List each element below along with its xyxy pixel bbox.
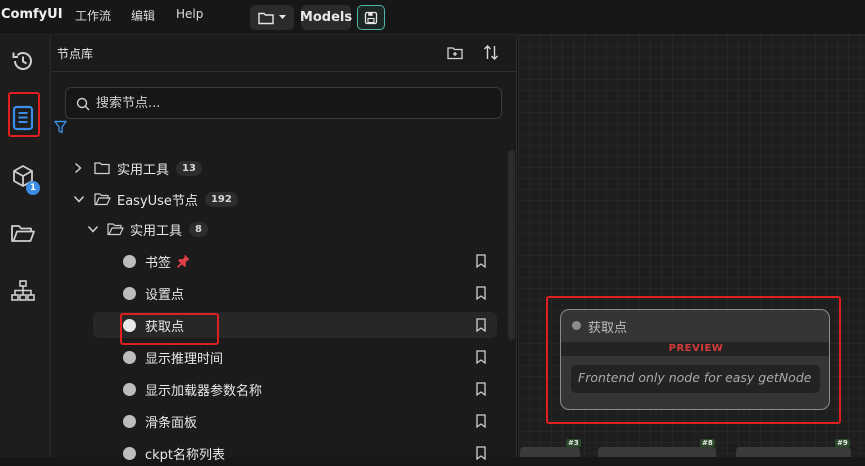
folder-label: EasyUse节点 <box>117 193 198 209</box>
sort-icon[interactable] <box>483 44 499 61</box>
node-item-set-point[interactable]: 设置点 <box>93 280 497 306</box>
canvas-node[interactable] <box>520 447 580 457</box>
panel-header: 节点库 <box>51 35 517 72</box>
node-library-button[interactable] <box>9 104 37 132</box>
bookmark-icon[interactable] <box>475 318 487 332</box>
get-point-highlight <box>120 313 219 345</box>
node-library-panel: 节点库 实用工具 13 EasyUse节点 192 实用工具 8 书签 设置点 <box>51 35 517 463</box>
folder-label: 实用工具 <box>130 223 183 239</box>
caret-down-icon <box>278 15 286 19</box>
node-item-show-loader-params[interactable]: 显示加载器参数名称 <box>93 376 497 402</box>
folder-open-icon <box>11 225 35 242</box>
panel-scrollbar[interactable] <box>508 150 515 340</box>
workflows-button[interactable] <box>9 219 37 247</box>
book-icon <box>12 105 34 131</box>
node-label: 滑条面板 <box>145 415 198 431</box>
folder-utilities[interactable]: 实用工具 13 <box>73 155 202 181</box>
folder-easyuse-utilities[interactable]: 实用工具 8 <box>87 216 208 242</box>
bookmark-icon[interactable] <box>475 286 487 300</box>
new-folder-icon[interactable] <box>447 46 463 60</box>
node-preview-card: 获取点 PREVIEW Frontend only node for easy … <box>560 309 830 410</box>
node-label: 设置点 <box>145 287 185 303</box>
templates-button[interactable] <box>9 277 37 305</box>
preview-description: Frontend only node for easy getNode <box>571 365 820 393</box>
folder-easyuse[interactable]: EasyUse节点 192 <box>73 186 238 212</box>
node-label: ckpt名称列表 <box>145 447 226 463</box>
node-label: 显示加载器参数名称 <box>145 383 263 399</box>
save-icon <box>364 11 378 24</box>
node-item-show-inference-time[interactable]: 显示推理时间 <box>93 344 497 370</box>
node-id-tag: #3 <box>566 439 581 447</box>
filter-icon[interactable] <box>54 120 67 134</box>
folder-icon <box>257 12 274 24</box>
app-brand[interactable]: ComfyUI <box>1 7 63 22</box>
node-item-bookmark[interactable]: 书签 <box>93 248 497 274</box>
search-box <box>65 87 502 119</box>
preview-label: PREVIEW <box>668 343 724 354</box>
chevron-right-icon <box>74 162 82 174</box>
node-status-dot <box>572 321 581 330</box>
folder-count-badge: 192 <box>204 191 238 207</box>
menu-edit[interactable]: 编辑 <box>131 7 155 24</box>
chevron-down-icon <box>87 225 99 233</box>
history-icon <box>12 52 32 70</box>
node-id-tag: #9 <box>835 439 850 447</box>
sitemap-icon <box>11 280 35 301</box>
search-icon <box>76 97 90 111</box>
workflows-count-badge: 1 <box>26 181 40 195</box>
node-dot <box>123 286 136 300</box>
workflow-folder-dropdown[interactable] <box>250 5 294 30</box>
node-label: 显示推理时间 <box>145 351 224 367</box>
panel-title: 节点库 <box>57 47 94 61</box>
preview-node-title: 获取点 <box>588 321 628 336</box>
canvas-node[interactable] <box>598 447 716 457</box>
queue-history-button[interactable] <box>9 47 37 75</box>
node-dot <box>123 254 136 268</box>
node-dot <box>123 414 136 428</box>
node-dot <box>123 350 136 364</box>
folder-label: 实用工具 <box>117 162 170 178</box>
menu-workflow[interactable]: 工作流 <box>75 7 111 24</box>
top-bar: ComfyUI 工作流 编辑 Help Models <box>0 0 865 35</box>
menu-help[interactable]: Help <box>176 7 203 21</box>
save-button[interactable] <box>357 5 385 30</box>
node-item-slider-panel[interactable]: 滑条面板 <box>93 408 497 434</box>
bookmark-icon[interactable] <box>475 350 487 364</box>
node-dot <box>123 446 136 460</box>
node-dot <box>123 382 136 396</box>
folder-open-icon <box>94 193 111 206</box>
folder-count-badge: 13 <box>176 160 202 176</box>
pushpin-icon <box>177 254 190 268</box>
node-label: 书签 <box>145 255 172 271</box>
node-item-ckpt-names[interactable]: ckpt名称列表 <box>93 440 497 466</box>
bookmark-icon[interactable] <box>475 382 487 396</box>
models-button[interactable]: Models <box>300 5 352 30</box>
canvas-node[interactable] <box>736 447 851 457</box>
bookmark-icon[interactable] <box>475 446 487 460</box>
folder-open-icon <box>107 223 124 236</box>
node-id-tag: #8 <box>700 439 715 447</box>
folder-count-badge: 8 <box>189 221 208 237</box>
search-input[interactable] <box>96 94 491 112</box>
bookmark-icon[interactable] <box>475 414 487 428</box>
chevron-down-icon <box>73 195 85 203</box>
folder-icon <box>94 162 110 175</box>
bookmark-icon[interactable] <box>475 254 487 268</box>
